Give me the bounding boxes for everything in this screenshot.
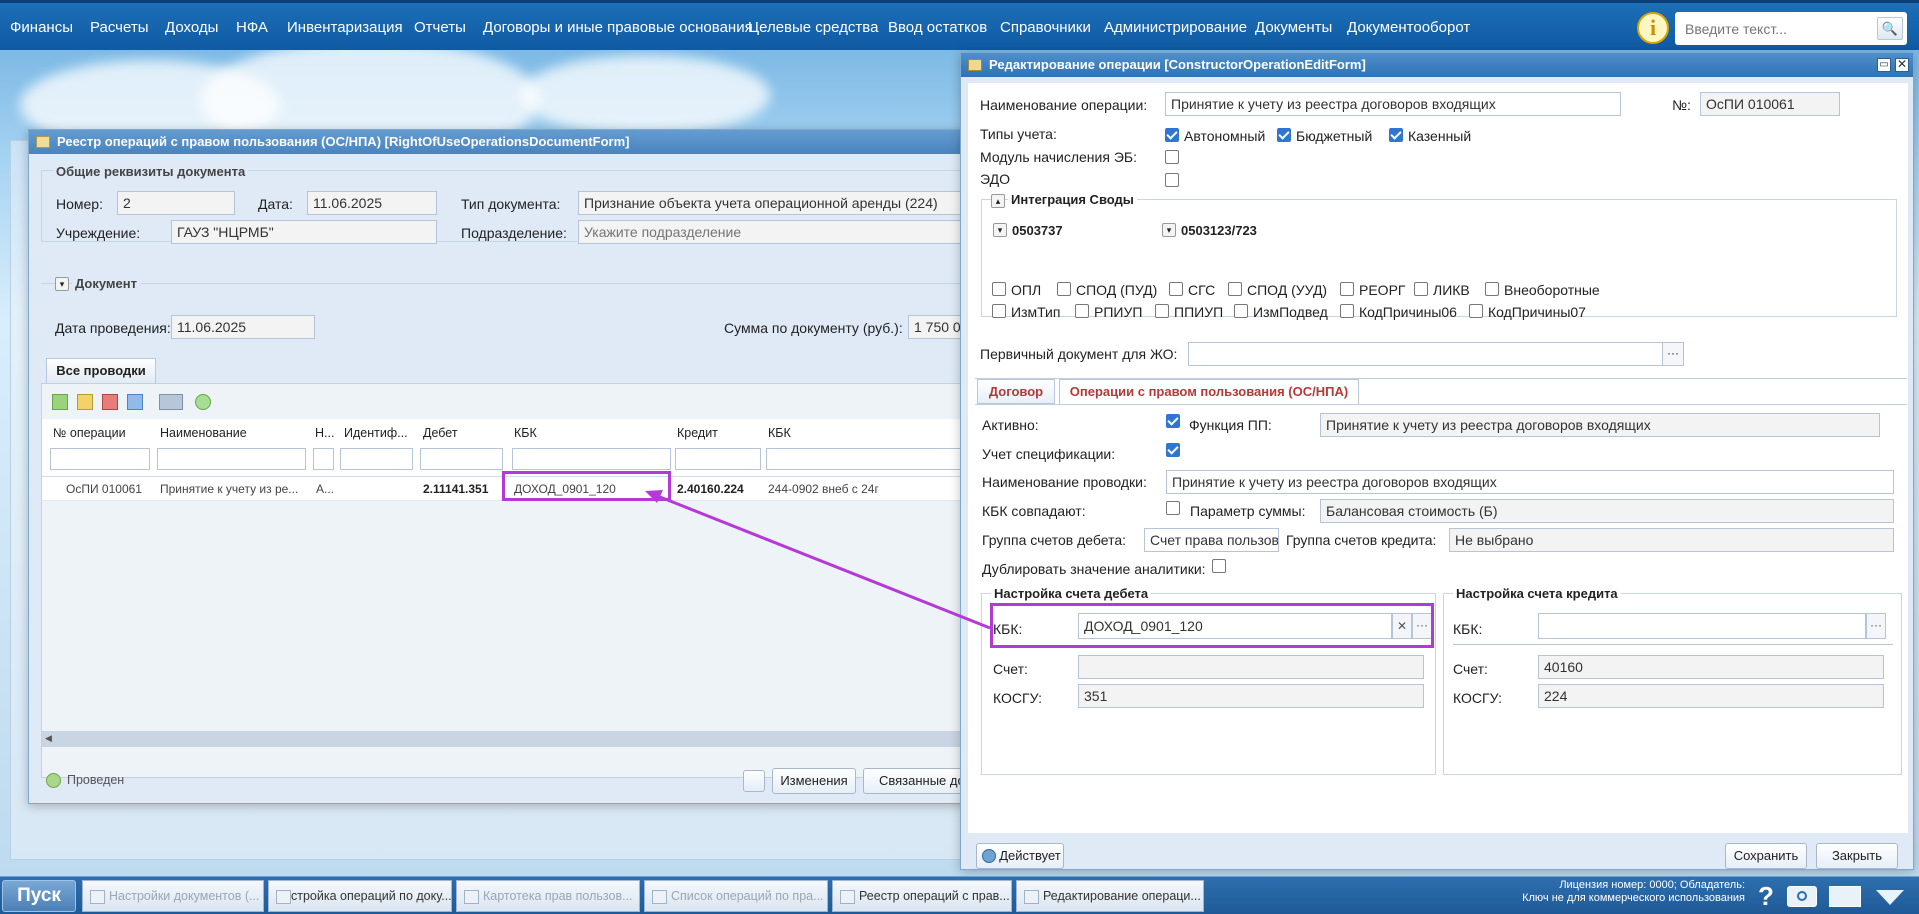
task-op-settings[interactable]: Настройка операций по доку...	[268, 880, 452, 912]
taskbar: Пуск Настройки документов (... Настройка…	[0, 876, 1919, 914]
help-icon[interactable]: ?	[1758, 881, 1774, 912]
task-doc-settings[interactable]: Настройки документов (...	[82, 880, 264, 912]
task-ops-list[interactable]: Список операций по пра...	[644, 880, 828, 912]
camera-icon[interactable]	[1787, 886, 1817, 907]
task-rights-card[interactable]: Картотека прав пользов...	[456, 880, 640, 912]
task-editor[interactable]: Редактирование операци...	[1016, 880, 1204, 912]
mail-icon[interactable]	[1829, 886, 1861, 907]
task-registry[interactable]: Реестр операций с прав...	[832, 880, 1012, 912]
collapse-down-icon[interactable]	[1876, 890, 1904, 905]
license-text: Лицензия номер: 0000; Обладатель:	[1559, 879, 1745, 891]
license-text-2: Ключ не для коммерческого использования	[1522, 892, 1745, 904]
annotation-arrow	[645, 490, 991, 630]
start-button[interactable]: Пуск	[2, 880, 76, 912]
